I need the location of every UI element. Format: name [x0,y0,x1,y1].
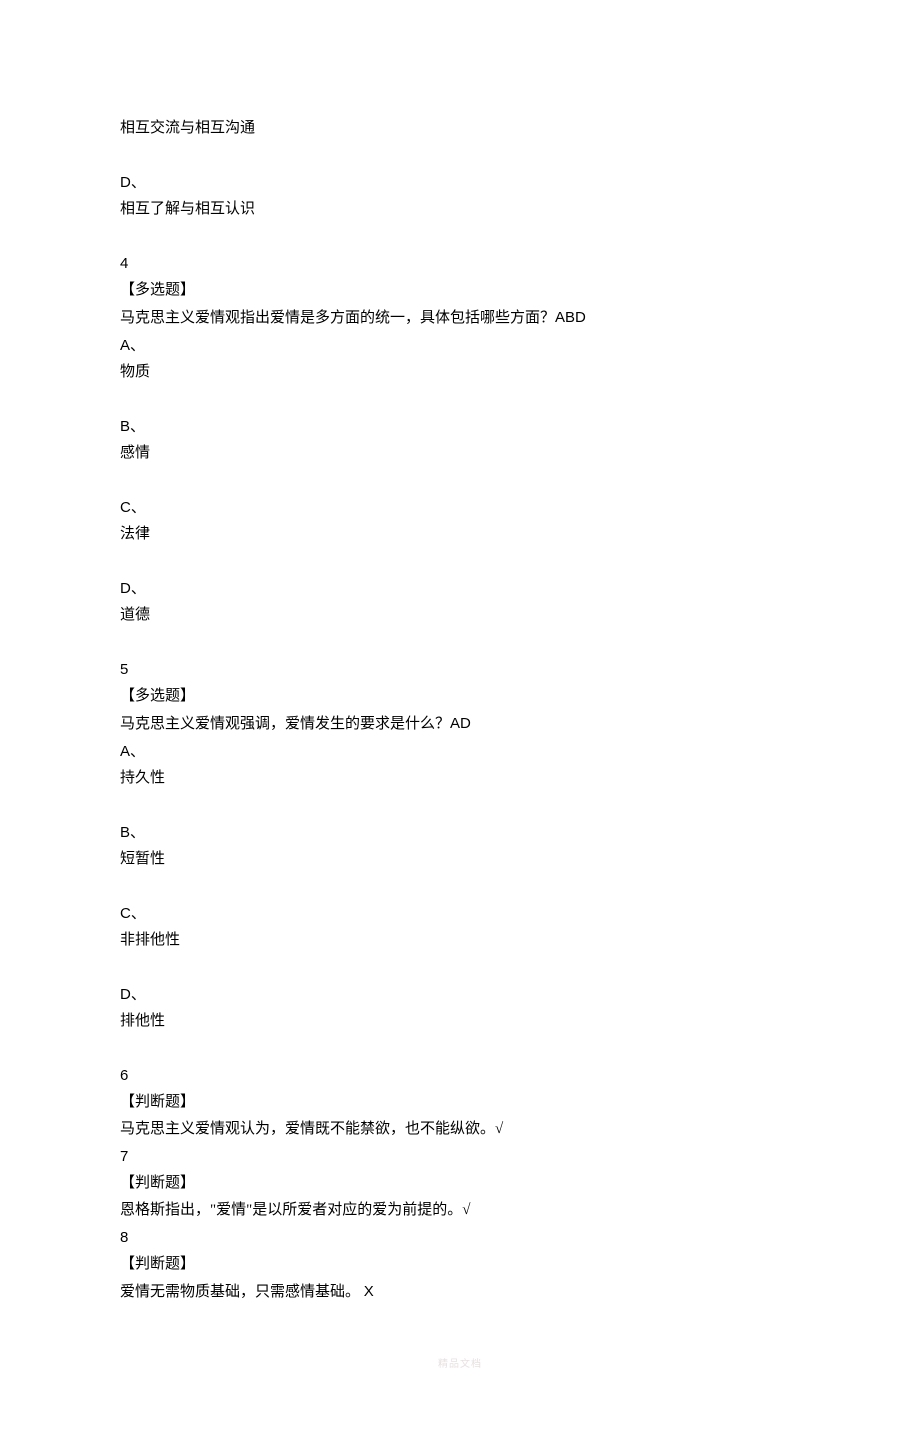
q4-type: 【多选题】 [120,277,800,304]
q4-question: 马克思主义爱情观指出爱情是多方面的统一，具体包括哪些方面？ [120,310,555,326]
continuation-line-c: 相互交流与相互沟通 [120,115,800,142]
q6-question-line: 马克思主义爱情观认为，爱情既不能禁欲，也不能纵欲。√ [120,1116,800,1143]
q5-answer: AD [450,715,471,732]
gap [120,548,800,575]
footer-text: 精品文档 [120,1356,800,1374]
q8-number: 8 [120,1224,800,1251]
q4-opt-a-text: 物质 [120,359,800,386]
q6-question: 马克思主义爱情观认为，爱情既不能禁欲，也不能纵欲。 [120,1121,495,1137]
gap [120,223,800,250]
q4-opt-b-letter: B、 [120,413,800,440]
q5-opt-a-letter: A、 [120,738,800,765]
q7-question-line: 恩格斯指出，"爱情"是以所爱者对应的爱为前提的。√ [120,1197,800,1224]
q5-type: 【多选题】 [120,683,800,710]
q4-answer: ABD [555,309,586,326]
q4-opt-a-letter: A、 [120,332,800,359]
q5-opt-a-text: 持久性 [120,765,800,792]
option-d-letter: D、 [120,169,800,196]
q8-answer: X [364,1283,374,1300]
gap [120,792,800,819]
q5-opt-d-letter: D、 [120,981,800,1008]
q8-question: 爱情无需物质基础，只需感情基础。 [120,1284,364,1300]
q7-answer: √ [462,1202,470,1218]
q4-opt-c-letter: C、 [120,494,800,521]
q6-type: 【判断题】 [120,1089,800,1116]
q8-type: 【判断题】 [120,1251,800,1278]
q5-opt-d-text: 排他性 [120,1008,800,1035]
q5-opt-b-letter: B、 [120,819,800,846]
q7-number: 7 [120,1143,800,1170]
q4-opt-b-text: 感情 [120,440,800,467]
q5-opt-c-text: 非排他性 [120,927,800,954]
q5-opt-c-letter: C、 [120,900,800,927]
q4-opt-d-letter: D、 [120,575,800,602]
gap [120,629,800,656]
q7-question: 恩格斯指出，"爱情"是以所爱者对应的爱为前提的。 [120,1202,462,1218]
gap [120,467,800,494]
gap [120,386,800,413]
q4-opt-c-text: 法律 [120,521,800,548]
q4-number: 4 [120,250,800,277]
q5-number: 5 [120,656,800,683]
q4-opt-d-text: 道德 [120,602,800,629]
q6-answer: √ [495,1121,503,1137]
gap [120,873,800,900]
gap [120,954,800,981]
q5-question: 马克思主义爱情观强调，爱情发生的要求是什么？ [120,716,450,732]
q4-question-line: 马克思主义爱情观指出爱情是多方面的统一，具体包括哪些方面？ABD [120,304,800,332]
gap [120,1035,800,1062]
gap [120,142,800,169]
q6-number: 6 [120,1062,800,1089]
q5-opt-b-text: 短暂性 [120,846,800,873]
q7-type: 【判断题】 [120,1170,800,1197]
option-d-text: 相互了解与相互认识 [120,196,800,223]
q5-question-line: 马克思主义爱情观强调，爱情发生的要求是什么？AD [120,710,800,738]
